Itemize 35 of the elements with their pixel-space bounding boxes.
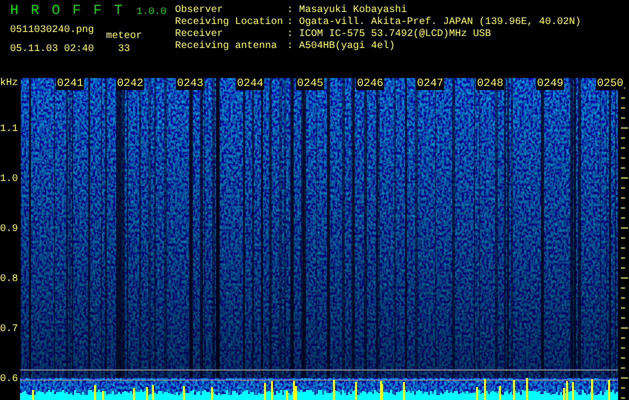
axis-label: 0.9 bbox=[0, 223, 18, 237]
info-separator: : bbox=[287, 28, 294, 40]
info-label: Receiving antenna bbox=[175, 40, 278, 52]
meteor-label: meteor bbox=[106, 31, 142, 42]
time-label: 0245 bbox=[296, 78, 324, 90]
info-label: Receiving Location bbox=[175, 16, 284, 28]
axis-label: 1.0 bbox=[0, 173, 18, 187]
date-time: 05.11.03 02:40 bbox=[10, 44, 94, 55]
axis-label: 1.1 bbox=[0, 123, 18, 137]
time-label: 0244 bbox=[236, 78, 264, 90]
meteor-count: 33 bbox=[118, 44, 130, 55]
time-label: 0243 bbox=[176, 78, 204, 90]
info-separator: : bbox=[287, 4, 294, 16]
info-separator: : bbox=[287, 16, 294, 28]
info-value: Ogata-vill. Akita-Pref. JAPAN (139.96E, 40.02N) bbox=[299, 16, 582, 28]
info-value: A504HB(yagi 4el) bbox=[299, 40, 396, 52]
time-label: 0246 bbox=[356, 78, 384, 90]
time-label: 0247 bbox=[416, 78, 444, 90]
axis-label: 0.8 bbox=[0, 273, 18, 287]
time-label: 0242 bbox=[116, 78, 144, 90]
axis-label: 0.7 bbox=[0, 323, 18, 337]
app-title: H R O F F T bbox=[10, 3, 124, 19]
time-label: 0250 bbox=[596, 78, 624, 90]
axis-unit: kHz bbox=[0, 78, 18, 90]
time-label: 0241 bbox=[56, 78, 84, 90]
file-name: 0511030240.png bbox=[10, 25, 94, 36]
info-separator: : bbox=[287, 40, 294, 52]
axis-label: 0.6 bbox=[0, 373, 18, 387]
info-label: Observer bbox=[175, 4, 224, 16]
time-label: 0249 bbox=[536, 78, 564, 90]
time-label: 0248 bbox=[476, 78, 504, 90]
info-label: Receiver bbox=[175, 28, 224, 40]
info-value: ICOM IC-575 53.7492(@LCD)MHz USB bbox=[299, 28, 492, 40]
version-label: 1.0.0 bbox=[136, 7, 166, 18]
info-value: Masayuki Kobayashi bbox=[299, 4, 408, 16]
